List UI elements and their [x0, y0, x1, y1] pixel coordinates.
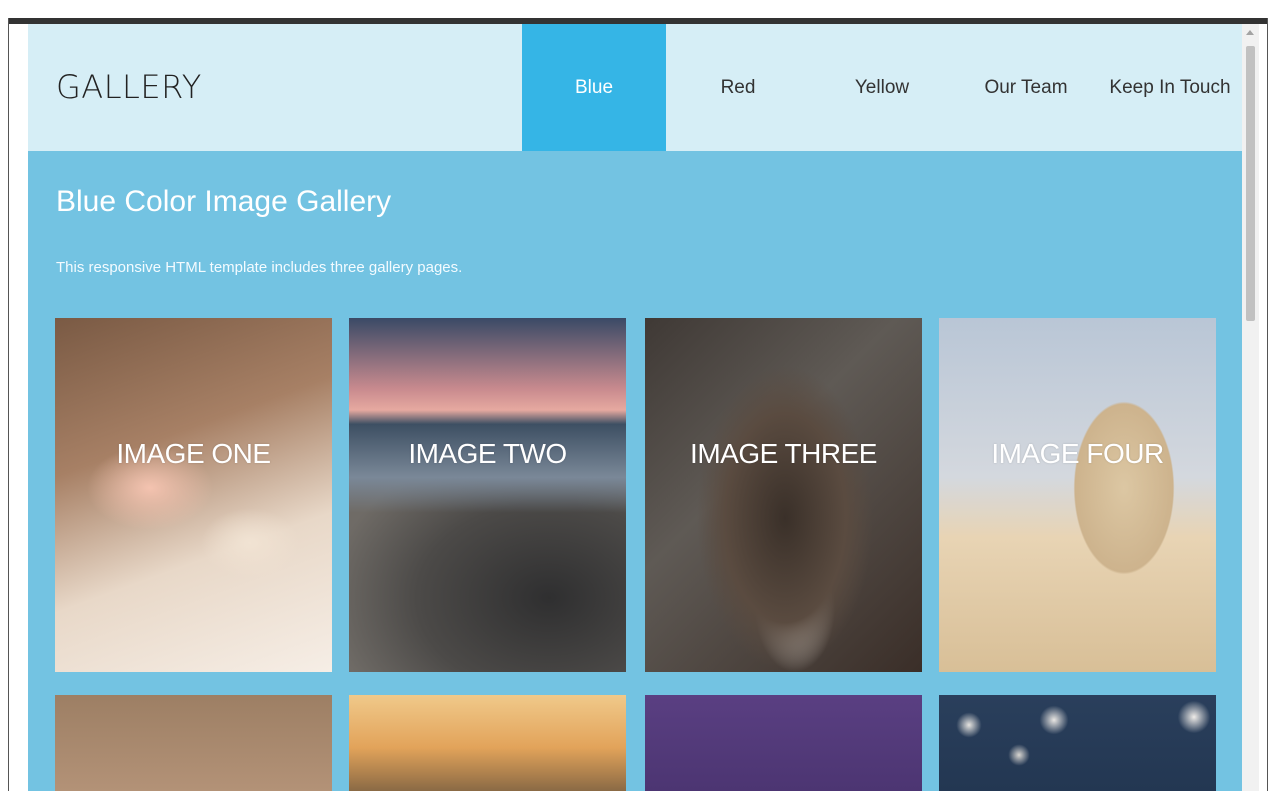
page-viewport: GALLERY Blue Red Yellow Our Team Keep In… [28, 24, 1242, 791]
gallery-tile[interactable]: IMAGE THREE [645, 318, 922, 672]
vertical-scrollbar[interactable] [1242, 24, 1259, 791]
site-header: GALLERY Blue Red Yellow Our Team Keep In… [28, 24, 1242, 151]
gallery-tile[interactable]: IMAGE ONE [55, 318, 332, 672]
site-brand[interactable]: GALLERY [56, 68, 202, 106]
browser-frame: GALLERY Blue Red Yellow Our Team Keep In… [8, 18, 1268, 791]
scroll-up-arrow-icon[interactable] [1246, 30, 1254, 35]
gallery-section: Blue Color Image Gallery This responsive… [28, 151, 1242, 791]
nav-item-our-team[interactable]: Our Team [954, 24, 1098, 151]
gallery-tile[interactable] [55, 695, 332, 791]
scrollbar-thumb[interactable] [1246, 46, 1255, 321]
nav-item-blue[interactable]: Blue [522, 24, 666, 151]
page-description: This responsive HTML template includes t… [56, 259, 463, 276]
nav-item-keep-in-touch[interactable]: Keep In Touch [1098, 24, 1242, 151]
nav-item-yellow[interactable]: Yellow [810, 24, 954, 151]
tile-caption: IMAGE THREE [690, 438, 877, 469]
nav-item-red[interactable]: Red [666, 24, 810, 151]
gallery-tile[interactable] [939, 695, 1216, 791]
gallery-tile[interactable] [349, 695, 626, 791]
tile-caption: IMAGE FOUR [991, 438, 1164, 469]
gallery-tile[interactable]: IMAGE TWO [349, 318, 626, 672]
main-nav: Blue Red Yellow Our Team Keep In Touch [522, 24, 1242, 151]
tile-caption: IMAGE TWO [408, 438, 567, 469]
gallery-tile[interactable] [645, 695, 922, 791]
tile-caption: IMAGE ONE [116, 438, 271, 469]
page-title: Blue Color Image Gallery [56, 185, 392, 218]
gallery-tile[interactable]: IMAGE FOUR [939, 318, 1216, 672]
